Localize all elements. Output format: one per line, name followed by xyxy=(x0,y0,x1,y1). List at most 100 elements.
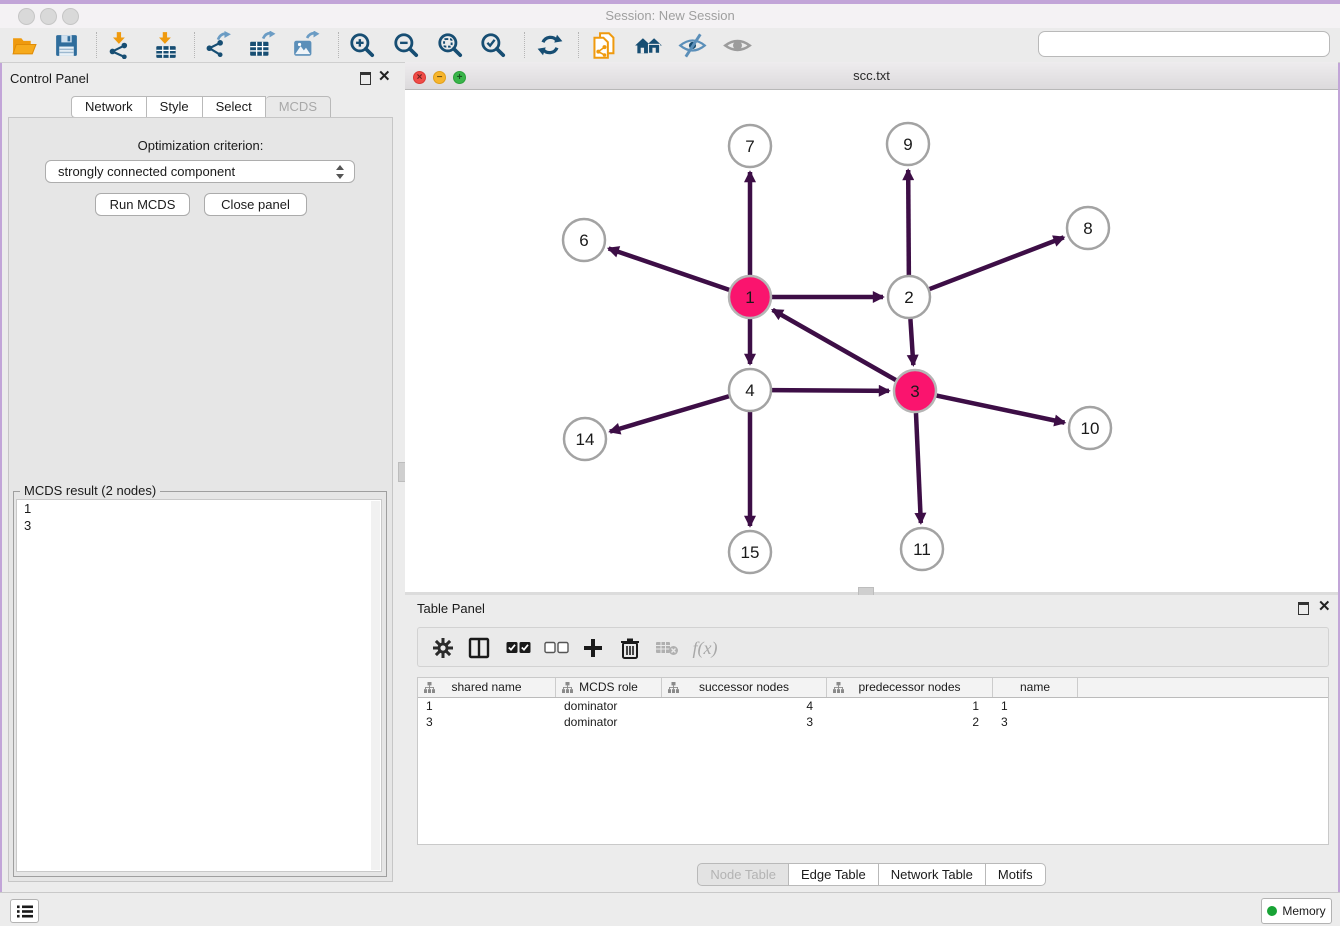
zoom-in-button[interactable] xyxy=(346,29,378,61)
column-header[interactable]: predecessor nodes xyxy=(827,678,993,697)
export-network-button[interactable] xyxy=(202,29,234,61)
zoom-selected-button[interactable] xyxy=(477,29,509,61)
table-cell[interactable]: 1 xyxy=(418,698,556,714)
table-cell[interactable]: 1 xyxy=(827,698,993,714)
tab-style[interactable]: Style xyxy=(147,96,203,118)
table-row[interactable]: 3dominator323 xyxy=(418,714,1328,730)
show-selected-button[interactable] xyxy=(721,29,753,61)
column-header[interactable]: shared name xyxy=(418,678,556,697)
table-row[interactable]: 1dominator411 xyxy=(418,698,1328,714)
window-border-left xyxy=(0,0,2,926)
open-session-button[interactable] xyxy=(8,29,40,61)
node-table: shared nameMCDS rolesuccessor nodes prede… xyxy=(417,677,1329,845)
column-header-label: name xyxy=(1020,680,1050,694)
table-cell[interactable]: 1 xyxy=(993,698,1078,714)
export-image-button[interactable] xyxy=(290,29,322,61)
run-mcds-button[interactable]: Run MCDS xyxy=(95,193,190,216)
import-network-icon xyxy=(106,31,134,59)
hide-selected-button[interactable] xyxy=(676,29,708,61)
maximize-window-button[interactable] xyxy=(62,8,79,25)
column-header[interactable]: MCDS role xyxy=(556,678,662,697)
column-header[interactable]: successor nodes xyxy=(662,678,827,697)
delete-table-button[interactable] xyxy=(652,633,682,663)
memory-status-dot xyxy=(1267,906,1277,916)
import-table-button[interactable] xyxy=(150,29,182,61)
table-cell[interactable]: 2 xyxy=(827,714,993,730)
add-column-button[interactable] xyxy=(578,633,608,663)
float-table-panel-icon[interactable] xyxy=(1298,602,1309,620)
result-scrollbar[interactable] xyxy=(371,501,380,870)
table-toolbar: f(x) xyxy=(417,627,1329,667)
duplicate-network-button[interactable] xyxy=(588,29,620,61)
columns-icon xyxy=(468,637,490,659)
optimization-criterion-select[interactable]: strongly connected component xyxy=(45,160,355,183)
graph-edge[interactable] xyxy=(908,170,909,275)
tab-network[interactable]: Network xyxy=(71,96,147,118)
close-window-button[interactable] xyxy=(18,8,35,25)
delete-column-button[interactable] xyxy=(615,633,645,663)
tab-edge-table[interactable]: Edge Table xyxy=(789,863,879,886)
network-window-titlebar[interactable]: × − + scc.txt xyxy=(405,62,1338,90)
tab-network-table[interactable]: Network Table xyxy=(879,863,986,886)
memory-label: Memory xyxy=(1282,904,1325,918)
toggle-columns-button[interactable] xyxy=(464,633,494,663)
network-graph[interactable]: 7968124314101511 xyxy=(405,90,1338,592)
memory-button[interactable]: Memory xyxy=(1261,898,1332,924)
graph-edge[interactable] xyxy=(773,310,896,380)
zoom-fit-button[interactable] xyxy=(434,29,466,61)
graph-edge[interactable] xyxy=(910,319,913,365)
graph-edge[interactable] xyxy=(772,390,889,391)
gear-icon xyxy=(432,637,454,659)
import-network-button[interactable] xyxy=(104,29,136,61)
window-title: Session: New Session xyxy=(0,4,1340,28)
toolbar-separator xyxy=(524,32,525,58)
network-maximize-button[interactable]: + xyxy=(453,71,466,84)
table-cell[interactable]: 3 xyxy=(418,714,556,730)
function-builder-button[interactable]: f(x) xyxy=(690,633,720,663)
network-close-button[interactable]: × xyxy=(413,71,426,84)
save-session-button[interactable] xyxy=(50,29,82,61)
control-panel-tabs: NetworkStyleSelectMCDS xyxy=(0,96,402,118)
application-window: Session: New Session xyxy=(0,0,1340,926)
column-header[interactable]: name xyxy=(993,678,1078,697)
close-table-panel-icon[interactable]: ✕ xyxy=(1318,602,1331,612)
tab-motifs[interactable]: Motifs xyxy=(986,863,1046,886)
graph-node-label: 1 xyxy=(745,288,754,307)
duplicate-network-icon xyxy=(590,31,619,60)
network-canvas[interactable]: 7968124314101511 xyxy=(405,90,1338,592)
float-panel-icon[interactable] xyxy=(360,72,371,90)
graph-edge[interactable] xyxy=(937,396,1065,423)
control-panel-header: Control Panel ✕ xyxy=(0,62,402,92)
table-cell[interactable]: 4 xyxy=(662,698,827,714)
select-all-button[interactable] xyxy=(503,633,533,663)
search-input[interactable] xyxy=(1038,31,1330,57)
table-cell[interactable]: 3 xyxy=(662,714,827,730)
minimize-window-button[interactable] xyxy=(40,8,57,25)
table-settings-button[interactable] xyxy=(428,633,458,663)
column-header-label: predecessor nodes xyxy=(858,680,960,694)
table-cell[interactable]: 3 xyxy=(993,714,1078,730)
graph-edge[interactable] xyxy=(610,396,729,431)
export-table-button[interactable] xyxy=(246,29,278,61)
tab-mcds[interactable]: MCDS xyxy=(266,96,331,118)
close-panel-button[interactable]: Close panel xyxy=(204,193,307,216)
graph-edge[interactable] xyxy=(609,248,730,289)
mcds-result-box[interactable]: 13 xyxy=(16,499,382,872)
table-panel-title: Table Panel xyxy=(417,601,485,616)
table-panel: Table Panel ✕ f(x) xyxy=(405,595,1338,892)
tab-select[interactable]: Select xyxy=(203,96,266,118)
show-all-networks-button[interactable] xyxy=(632,29,664,61)
zoom-out-button[interactable] xyxy=(390,29,422,61)
graph-edge[interactable] xyxy=(916,413,921,523)
network-minimize-button[interactable]: − xyxy=(433,71,446,84)
table-cell[interactable]: dominator xyxy=(556,714,662,730)
task-history-button[interactable] xyxy=(10,899,39,923)
deselect-all-button[interactable] xyxy=(541,633,571,663)
table-cell[interactable]: dominator xyxy=(556,698,662,714)
apply-layout-button[interactable] xyxy=(534,29,566,61)
close-panel-icon[interactable]: ✕ xyxy=(378,72,391,82)
tab-node-table[interactable]: Node Table xyxy=(697,863,789,886)
graph-edge[interactable] xyxy=(930,237,1064,289)
graph-node-label: 10 xyxy=(1081,419,1100,438)
toolbar-separator xyxy=(338,32,339,58)
